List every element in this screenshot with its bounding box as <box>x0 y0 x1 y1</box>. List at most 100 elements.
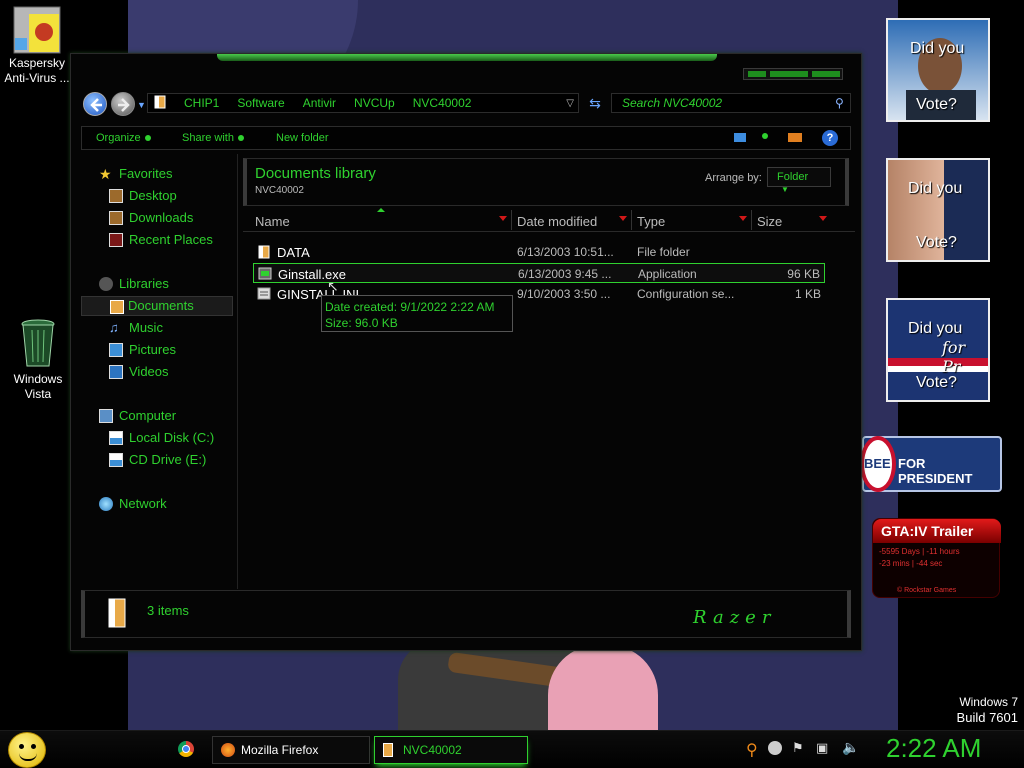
messenger-icon[interactable] <box>768 741 782 755</box>
share-with-button[interactable]: Share with <box>182 132 244 144</box>
column-date-modified[interactable]: Date modified <box>517 214 597 229</box>
music-icon: ♫ <box>109 320 119 335</box>
file-type: Application <box>638 267 697 281</box>
library-header: Documents library NVC40002 Arrange by: F… <box>243 158 849 206</box>
vote-gadget-2[interactable]: Did you Vote? <box>886 158 990 262</box>
chrome-icon[interactable] <box>178 741 194 757</box>
new-folder-button[interactable]: New folder <box>276 132 329 144</box>
breadcrumb-nvc40002[interactable]: NVC40002 <box>413 96 472 110</box>
nav-downloads[interactable]: Downloads <box>81 208 233 228</box>
nav-favorites[interactable]: ★ Favorites <box>81 164 233 184</box>
tooltip-size: Size: 96.0 KB <box>325 316 398 330</box>
search-icon[interactable]: ⚲ <box>835 96 844 110</box>
column-type-filter-icon[interactable] <box>739 216 747 221</box>
firefox-icon <box>221 743 235 757</box>
nav-libraries[interactable]: Libraries <box>81 274 233 294</box>
star-icon: ★ <box>99 166 112 182</box>
file-size: 96 KB <box>787 267 820 281</box>
forward-button[interactable] <box>111 92 135 116</box>
nav-desktop[interactable]: Desktop <box>81 186 233 206</box>
nav-cd-drive[interactable]: CD Drive (E:) <box>81 450 233 470</box>
column-separator[interactable] <box>751 210 752 230</box>
documents-folder-icon <box>110 300 124 314</box>
column-name[interactable]: Name <box>255 214 290 229</box>
search-input[interactable]: Search NVC40002 <box>611 93 851 113</box>
breadcrumb-software[interactable]: Software <box>237 96 284 110</box>
nav-label: Computer <box>119 408 177 423</box>
breadcrumb-nvcup[interactable]: NVCUp <box>354 96 395 110</box>
preview-pane-icon[interactable] <box>788 133 802 142</box>
view-options-icon[interactable] <box>734 133 746 142</box>
share-with-label: Share with <box>182 132 234 144</box>
nav-computer[interactable]: Computer <box>81 406 233 426</box>
chrome-center <box>182 745 190 753</box>
desktop-icon-kaspersky[interactable]: Kaspersky Anti-Virus ... <box>2 6 72 86</box>
desktop-icon-recycle-bin[interactable]: Windows Vista <box>3 318 73 402</box>
pane-divider[interactable] <box>237 154 238 589</box>
breadcrumb-antivir[interactable]: Antivir <box>303 96 336 110</box>
breadcrumb-chip1[interactable]: CHIP1 <box>184 96 219 110</box>
nav-label: Downloads <box>129 210 194 225</box>
arrange-by-dropdown[interactable]: Folder ▼ <box>767 167 831 194</box>
nav-recent-places[interactable]: Recent Places <box>81 230 233 250</box>
start-button[interactable] <box>8 732 46 768</box>
cd-drive-icon <box>109 453 123 467</box>
column-name-filter-icon[interactable] <box>499 216 507 221</box>
column-date-filter-icon[interactable] <box>619 216 627 221</box>
file-tooltip: Date created: 9/1/2022 2:22 AM Size: 96.… <box>321 295 513 332</box>
close-button[interactable] <box>812 71 840 77</box>
library-folder-icon <box>105 597 129 632</box>
maximize-button[interactable] <box>770 71 808 77</box>
folder-icon <box>154 95 166 112</box>
vote-gadget-1[interactable]: Did you Vote? <box>886 18 990 122</box>
minimize-button[interactable] <box>748 71 766 77</box>
desktop-folder-icon <box>109 189 123 203</box>
clock[interactable]: 2:22 AM <box>886 733 981 764</box>
smiley-mouth <box>19 753 37 761</box>
nav-music[interactable]: ♫ Music <box>81 318 233 338</box>
watermark-line1: Windows 7 <box>959 695 1018 709</box>
nav-pictures[interactable]: Pictures <box>81 340 233 360</box>
action-center-flag-icon[interactable]: ⚑ <box>792 740 804 756</box>
column-separator[interactable] <box>511 210 512 230</box>
nav-network[interactable]: Network <box>81 494 233 514</box>
taskbar-firefox-button[interactable]: Mozilla Firefox <box>212 736 370 764</box>
organize-button[interactable]: Organize <box>96 132 151 144</box>
file-row[interactable]: Ginstall.exe 6/13/2003 9:45 ... Applicat… <box>253 263 825 283</box>
nav-local-disk[interactable]: Local Disk (C:) <box>81 428 233 448</box>
gta-title: GTA:IV Trailer <box>881 523 974 539</box>
organize-dot-icon <box>144 135 151 142</box>
explorer-window[interactable]: ▼ CHIP1 Software Antivir NVCUp NVC40002 … <box>70 53 862 651</box>
videos-icon <box>109 365 123 379</box>
gta-line2: -23 mins | -44 sec <box>879 559 943 568</box>
volume-icon[interactable]: 🔈 <box>842 739 859 756</box>
view-dot-icon[interactable] <box>762 133 768 139</box>
column-size[interactable]: Size <box>757 214 782 229</box>
vote-gadget-3[interactable]: for Pr Did you Vote? <box>886 298 990 402</box>
column-separator[interactable] <box>631 210 632 230</box>
file-date: 9/10/2003 3:50 ... <box>517 287 611 301</box>
address-bar[interactable]: CHIP1 Software Antivir NVCUp NVC40002 ▽ <box>147 93 579 113</box>
address-dropdown-icon[interactable]: ▽ <box>566 98 574 109</box>
column-size-filter-icon[interactable] <box>819 216 827 221</box>
recycle-bin-icon <box>18 318 58 370</box>
gadget-top-text: Did you <box>910 40 965 57</box>
search-icon[interactable]: ⚲ <box>746 740 758 760</box>
network-tray-icon[interactable]: ▣ <box>816 740 828 756</box>
gta-countdown-gadget[interactable]: GTA:IV Trailer -5595 Days | -11 hours -2… <box>872 518 1001 598</box>
recent-pages-chevron-icon[interactable]: ▼ <box>137 100 146 110</box>
taskbar-explorer-button[interactable]: NVC40002 <box>374 736 528 764</box>
forward-arrow-icon <box>118 98 130 112</box>
organize-label: Organize <box>96 132 141 144</box>
file-row[interactable]: DATA 6/13/2003 10:51... File folder <box>253 242 825 262</box>
refresh-icon[interactable]: ⇆ <box>585 95 605 111</box>
nav-documents[interactable]: Documents <box>81 296 233 316</box>
razer-logo: Razer <box>693 607 777 628</box>
huckabee-gadget[interactable]: BEE FOR PRESIDENT <box>860 436 1002 492</box>
badge-name: BEE <box>864 456 891 471</box>
local-disk-icon <box>109 431 123 445</box>
column-type[interactable]: Type <box>637 214 665 229</box>
back-button[interactable] <box>83 92 107 116</box>
help-icon[interactable]: ? <box>822 130 838 146</box>
nav-videos[interactable]: Videos <box>81 362 233 382</box>
